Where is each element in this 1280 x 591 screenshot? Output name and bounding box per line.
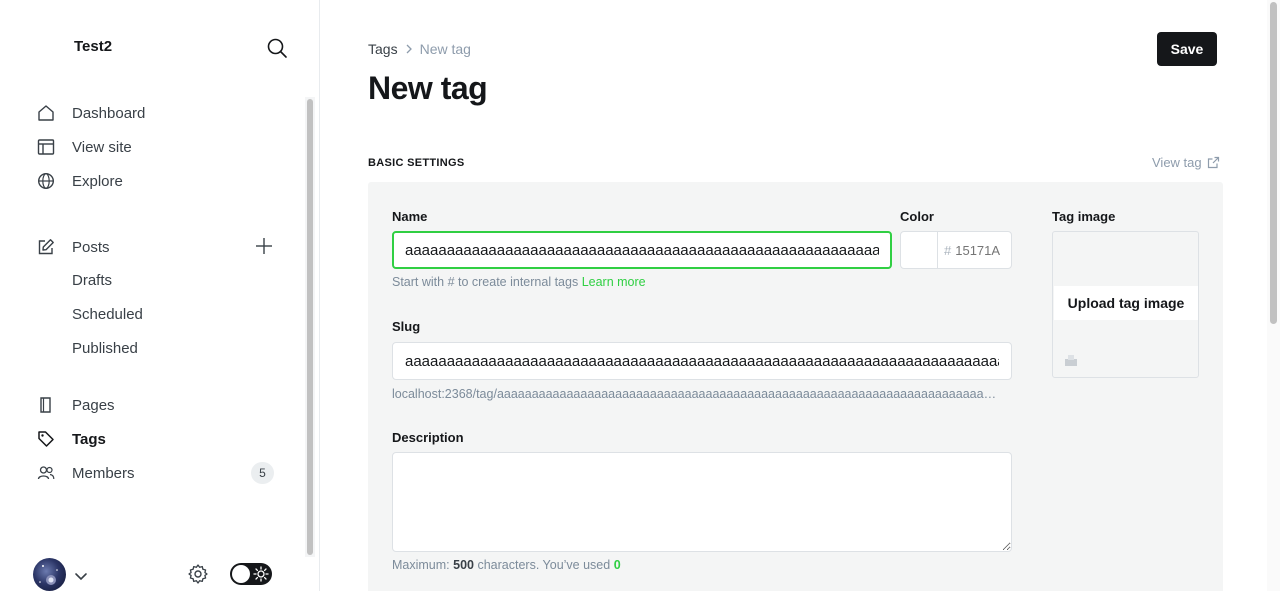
name-field[interactable]: [392, 231, 892, 269]
nav-dashboard[interactable]: Dashboard: [36, 102, 145, 124]
users-icon: [36, 463, 56, 483]
nav-view-site[interactable]: View site: [36, 136, 132, 158]
page-scrollbar-thumb[interactable]: [1270, 2, 1277, 324]
sun-icon: [253, 566, 269, 582]
toggle-knob: [232, 565, 250, 583]
description-hint: Maximum: 500 characters. You’ve used 0: [392, 558, 621, 572]
page-title: New tag: [368, 70, 488, 106]
view-tag-link[interactable]: View tag: [1152, 155, 1220, 170]
layout-icon: [36, 137, 56, 157]
color-swatch[interactable]: [900, 231, 938, 269]
nav-published[interactable]: Published: [72, 340, 138, 357]
app-root: Test2 Dashboard View site Explore Posts …: [0, 0, 1280, 591]
color-label: Color: [900, 209, 934, 224]
nav-scheduled[interactable]: Scheduled: [72, 306, 143, 323]
members-count-badge: 5: [251, 462, 274, 484]
basic-settings-panel: Name Color # Start with # to create inte…: [368, 182, 1223, 591]
nav-drafts[interactable]: Drafts: [72, 272, 112, 289]
avatar[interactable]: [33, 558, 66, 591]
name-hint-text: Start with # to create internal tags: [392, 275, 579, 289]
slug-field[interactable]: [392, 342, 1012, 380]
sidebar-scrollbar-thumb[interactable]: [307, 99, 313, 555]
nav-tags[interactable]: Tags: [36, 428, 106, 450]
page-icon: [36, 395, 56, 415]
desc-used-count: 0: [613, 558, 621, 572]
tag-image-dropzone[interactable]: Upload tag image: [1052, 231, 1199, 378]
edit-icon: [36, 237, 56, 257]
breadcrumb-tags-link[interactable]: Tags: [368, 41, 398, 57]
upload-tag-image-button[interactable]: Upload tag image: [1054, 286, 1198, 320]
chevron-right-icon: [404, 44, 414, 54]
description-field[interactable]: [392, 452, 1012, 552]
desc-max: 500: [453, 558, 474, 572]
slug-label: Slug: [392, 319, 421, 334]
external-link-icon: [1207, 156, 1220, 169]
nav-tags-label: Tags: [72, 430, 106, 448]
page-scrollbar[interactable]: [1267, 0, 1280, 591]
main-content: Tags New tag New tag Save BASIC SETTINGS…: [320, 0, 1280, 591]
image-placeholder-icon: [1064, 353, 1078, 367]
save-button[interactable]: Save: [1157, 32, 1217, 66]
gear-icon[interactable]: [187, 563, 209, 585]
home-icon: [36, 103, 56, 123]
breadcrumb-current: New tag: [419, 41, 471, 57]
desc-hint-mid: characters. You’ve used: [477, 558, 611, 572]
tag-image-label: Tag image: [1052, 209, 1116, 224]
description-label: Description: [392, 430, 464, 445]
breadcrumb: Tags New tag: [368, 41, 471, 57]
site-title[interactable]: Test2: [74, 38, 112, 55]
slug-url-preview: localhost:2368/tag/aaaaaaaaaaaaaaaaaaaaa…: [392, 387, 1002, 401]
nav-members-label: Members: [72, 464, 135, 482]
nav-pages[interactable]: Pages: [36, 394, 115, 416]
globe-icon: [36, 171, 56, 191]
nav-posts-label: Posts: [72, 238, 110, 256]
nav-members[interactable]: Members: [36, 462, 135, 484]
add-post-icon[interactable]: [254, 236, 274, 256]
learn-more-link[interactable]: Learn more: [582, 275, 646, 289]
nav-dashboard-label: Dashboard: [72, 104, 146, 122]
theme-toggle[interactable]: [230, 563, 272, 585]
nav-view-site-label: View site: [72, 138, 132, 156]
nav-explore-label: Explore: [72, 172, 123, 190]
nav-explore[interactable]: Explore: [36, 170, 123, 192]
sidebar-scrollbar[interactable]: [305, 97, 315, 557]
nav-posts[interactable]: Posts: [36, 236, 110, 258]
color-hash: #: [944, 242, 952, 258]
desc-hint-prefix: Maximum:: [392, 558, 450, 572]
color-input-wrapper: #: [937, 231, 1012, 269]
name-hint: Start with # to create internal tags Lea…: [392, 275, 646, 289]
view-tag-label: View tag: [1152, 155, 1202, 170]
tag-icon: [36, 429, 56, 449]
color-field[interactable]: [955, 242, 1008, 258]
section-title: BASIC SETTINGS: [368, 157, 465, 169]
search-icon[interactable]: [265, 36, 289, 60]
chevron-down-icon[interactable]: [74, 568, 88, 581]
name-label: Name: [392, 209, 428, 224]
nav-pages-label: Pages: [72, 396, 115, 414]
sidebar: Test2 Dashboard View site Explore Posts …: [0, 0, 320, 591]
